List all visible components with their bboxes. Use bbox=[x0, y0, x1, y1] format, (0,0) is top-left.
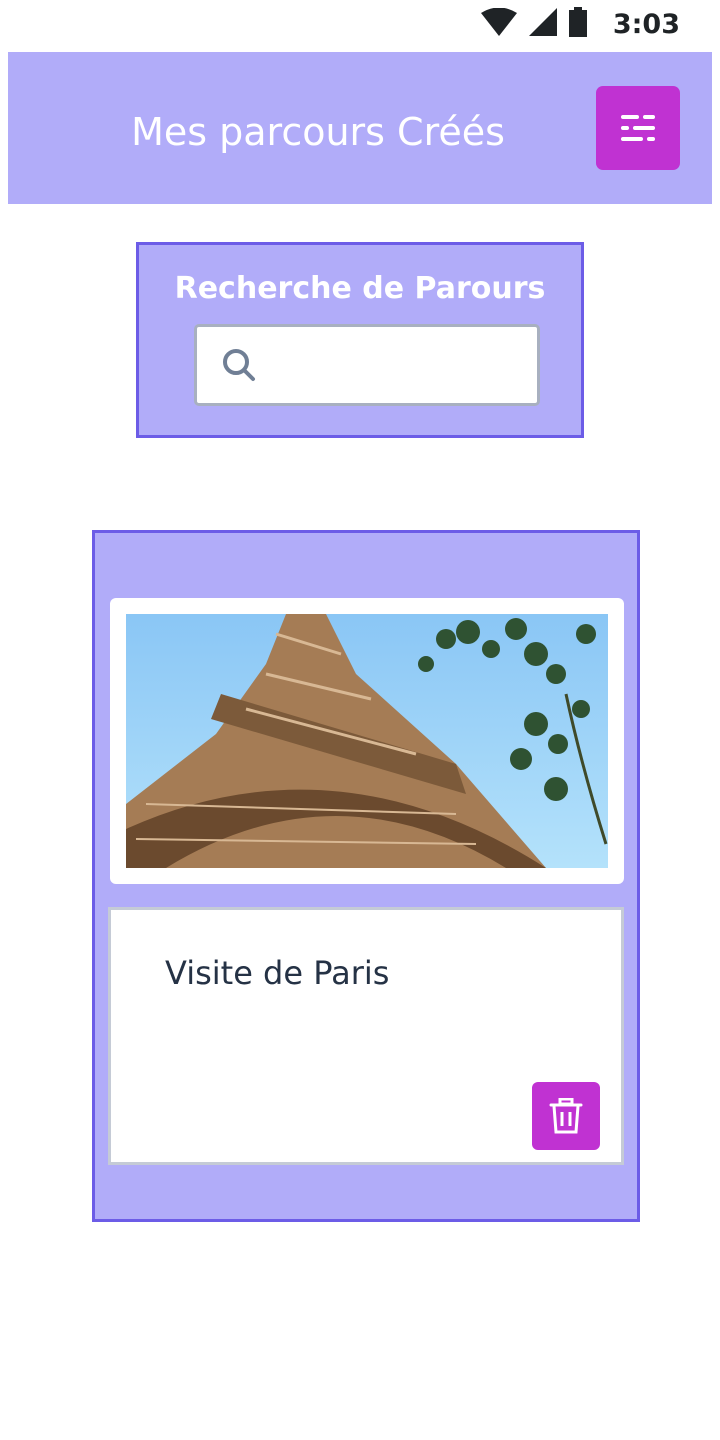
wifi-icon bbox=[480, 7, 517, 40]
route-card[interactable]: Visite de Paris bbox=[92, 530, 640, 1222]
battery-icon bbox=[568, 7, 587, 41]
route-image-frame bbox=[110, 598, 624, 884]
status-time: 3:03 bbox=[612, 8, 680, 40]
page-title: Mes parcours Créés bbox=[131, 110, 505, 154]
search-panel: Recherche de Parours bbox=[136, 242, 584, 438]
route-name: Visite de Paris bbox=[165, 954, 390, 992]
delete-route-button[interactable] bbox=[532, 1082, 600, 1150]
trash-icon bbox=[549, 1098, 583, 1134]
filter-icon bbox=[621, 115, 655, 141]
route-info-panel: Visite de Paris bbox=[108, 907, 624, 1165]
search-title: Recherche de Parours bbox=[174, 271, 546, 306]
cell-signal-icon bbox=[528, 8, 557, 40]
status-bar: 3:03 bbox=[0, 0, 720, 48]
status-icons: 3:03 bbox=[480, 6, 680, 42]
filter-button[interactable] bbox=[596, 86, 680, 170]
eiffel-tower-photo bbox=[126, 614, 608, 868]
search-icon bbox=[223, 349, 255, 381]
search-input[interactable] bbox=[271, 339, 525, 391]
search-field[interactable] bbox=[194, 324, 540, 406]
app-header: Mes parcours Créés bbox=[8, 52, 712, 204]
